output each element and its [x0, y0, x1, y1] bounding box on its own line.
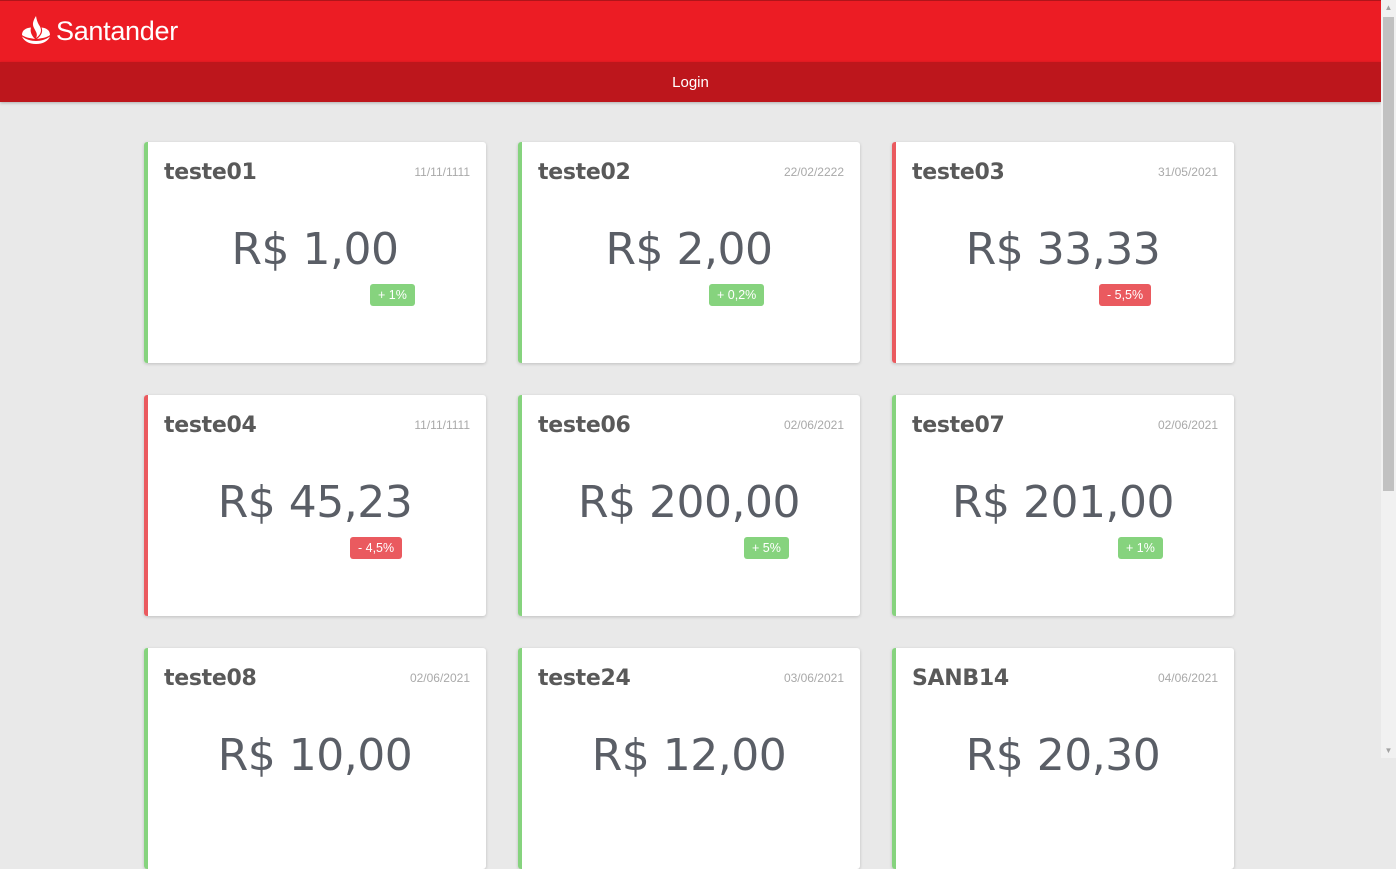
- card-date: 02/06/2021: [1157, 418, 1218, 432]
- vertical-scrollbar[interactable]: ▲ ▼: [1381, 0, 1396, 758]
- card-date: 31/05/2021: [1157, 165, 1218, 179]
- card-price-value: R$ 12,00: [591, 730, 787, 781]
- stock-card[interactable]: teste01 11/11/1111 R$ 1,00 + 1%: [144, 142, 486, 363]
- card-price-value: R$ 20,30: [965, 730, 1161, 781]
- card-date: 04/06/2021: [1157, 671, 1218, 685]
- sub-navigation: Login: [0, 62, 1381, 102]
- change-badge: - 5,5%: [1099, 284, 1152, 306]
- brand-name: Santander: [56, 15, 178, 46]
- change-badge: + 1%: [1118, 537, 1163, 559]
- scrollbar-thumb[interactable]: [1383, 17, 1394, 491]
- card-date: 02/06/2021: [783, 418, 844, 432]
- card-date: 11/11/1111: [414, 165, 470, 179]
- top-header: Santander: [0, 0, 1381, 62]
- card-price-value: R$ 201,00: [951, 477, 1175, 528]
- scroll-up-arrow-icon[interactable]: ▲: [1381, 0, 1396, 15]
- stock-card[interactable]: teste02 22/02/2222 R$ 2,00 + 0,2%: [518, 142, 860, 363]
- stock-card[interactable]: teste06 02/06/2021 R$ 200,00 + 5%: [518, 395, 860, 616]
- stock-card[interactable]: teste07 02/06/2021 R$ 201,00 + 1%: [892, 395, 1234, 616]
- card-price-value: R$ 10,00: [217, 730, 413, 781]
- card-price-value: R$ 2,00: [605, 224, 773, 275]
- santander-logo[interactable]: Santander: [20, 15, 178, 47]
- card-date: 02/06/2021: [409, 671, 470, 685]
- scroll-down-arrow-icon[interactable]: ▼: [1381, 743, 1396, 758]
- stock-card[interactable]: teste03 31/05/2021 R$ 33,33 - 5,5%: [892, 142, 1234, 363]
- card-ticker-name: teste06: [538, 413, 631, 438]
- card-ticker-name: teste02: [538, 160, 631, 185]
- change-badge: + 5%: [744, 537, 789, 559]
- card-price-value: R$ 1,00: [231, 224, 399, 275]
- card-date: 22/02/2222: [783, 165, 844, 179]
- card-date: 03/06/2021: [783, 671, 844, 685]
- card-date: 11/11/1111: [414, 418, 470, 432]
- flame-icon: [22, 16, 50, 44]
- card-ticker-name: teste24: [538, 666, 631, 691]
- stock-card[interactable]: teste08 02/06/2021 R$ 10,00: [144, 648, 486, 869]
- card-price-value: R$ 200,00: [577, 477, 801, 528]
- card-ticker-name: SANB14: [912, 666, 1009, 691]
- card-ticker-name: teste08: [164, 666, 257, 691]
- stock-card[interactable]: teste24 03/06/2021 R$ 12,00: [518, 648, 860, 869]
- stock-card[interactable]: teste04 11/11/1111 R$ 45,23 - 4,5%: [144, 395, 486, 616]
- change-badge: - 4,5%: [350, 537, 403, 559]
- change-badge: + 1%: [370, 284, 415, 306]
- stock-card[interactable]: SANB14 04/06/2021 R$ 20,30: [892, 648, 1234, 869]
- card-ticker-name: teste07: [912, 413, 1005, 438]
- card-ticker-name: teste03: [912, 160, 1005, 185]
- card-price-value: R$ 33,33: [965, 224, 1161, 275]
- login-link[interactable]: Login: [672, 74, 709, 91]
- card-ticker-name: teste01: [164, 160, 257, 185]
- card-price-value: R$ 45,23: [217, 477, 413, 528]
- card-ticker-name: teste04: [164, 413, 257, 438]
- change-badge: + 0,2%: [709, 284, 765, 306]
